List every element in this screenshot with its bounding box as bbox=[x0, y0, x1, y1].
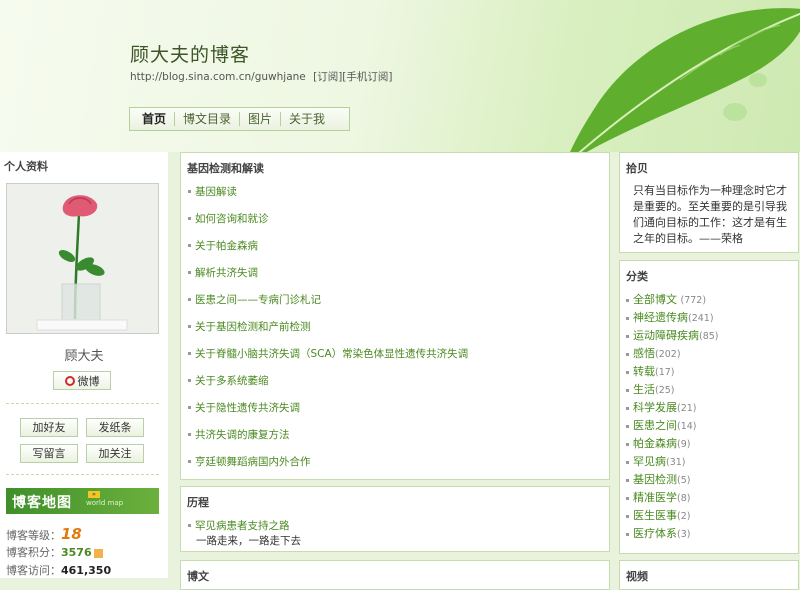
category-item[interactable]: 神经遗传病(241) bbox=[626, 309, 719, 327]
divider bbox=[6, 474, 159, 475]
leaf-banner-image bbox=[570, 8, 800, 152]
quote-text: 只有当目标作为一种理念时它才是重要的。至关重要的是引导我们通向目标的工作：这才是… bbox=[633, 184, 787, 245]
category-item[interactable]: 精准医学(8) bbox=[626, 489, 719, 507]
list-item[interactable]: 基因解读 bbox=[188, 184, 468, 211]
category-item[interactable]: 帕金森病(9) bbox=[626, 435, 719, 453]
nav-about-me[interactable]: 关于我 bbox=[281, 112, 333, 126]
journey-link[interactable]: 罕见病患者支持之路 bbox=[188, 518, 290, 533]
divider bbox=[6, 403, 159, 404]
category-item[interactable]: 基因检测(5) bbox=[626, 471, 719, 489]
list-item[interactable]: 共济失调的康复方法 bbox=[188, 427, 468, 454]
quote-title: 拾贝 bbox=[626, 162, 648, 175]
posts-title: 博文 bbox=[187, 570, 209, 583]
blog-title[interactable]: 顾大夫的博客 bbox=[130, 40, 250, 67]
category-item[interactable]: 运动障碍疾病(85) bbox=[626, 327, 719, 345]
journey-title: 历程 bbox=[187, 496, 209, 509]
weibo-label: 微博 bbox=[77, 374, 100, 388]
score-value: 3576 bbox=[61, 546, 92, 559]
category-item[interactable]: 医患之间(14) bbox=[626, 417, 719, 435]
video-panel: 视频 bbox=[619, 560, 799, 590]
blog-score: 博客积分：3576 bbox=[6, 544, 103, 560]
category-item[interactable]: 医生医事(2) bbox=[626, 507, 719, 525]
journey-panel: 历程 罕见病患者支持之路 一路走来，一路走下去 bbox=[180, 486, 610, 552]
nav-pictures[interactable]: 图片 bbox=[240, 112, 282, 126]
leave-message-button[interactable]: 写留言 bbox=[20, 444, 78, 463]
blog-map-title: 博客地图 bbox=[12, 495, 72, 511]
follow-button[interactable]: 加关注 bbox=[86, 444, 144, 463]
send-note-button[interactable]: 发纸条 bbox=[86, 418, 144, 437]
list-item[interactable]: 医患之间——专病门诊札记 bbox=[188, 292, 468, 319]
category-item[interactable]: 全部博文 (772) bbox=[626, 291, 719, 309]
blog-header: 顾大夫的博客 http://blog.sina.com.cn/guwhjane … bbox=[0, 0, 800, 152]
blog-map-subtitle: world map bbox=[86, 499, 124, 507]
category-item[interactable]: 科学发展(21) bbox=[626, 399, 719, 417]
list-item[interactable]: 如何咨询和就诊 bbox=[188, 211, 468, 238]
blog-url[interactable]: http://blog.sina.com.cn/guwhjane bbox=[130, 71, 306, 83]
weibo-icon bbox=[64, 375, 75, 386]
nav-blog-catalog[interactable]: 博文目录 bbox=[175, 112, 241, 126]
category-panel: 分类 全部博文 (772) 神经遗传病(241) 运动障碍疾病(85) 感悟(2… bbox=[619, 260, 799, 554]
gene-testing-title: 基因检测和解读 bbox=[187, 162, 264, 175]
list-item[interactable]: 关于多系统萎缩 bbox=[188, 373, 468, 400]
blog-map-banner[interactable]: 博客地图 » world map bbox=[6, 488, 159, 514]
add-friend-button[interactable]: 加好友 bbox=[20, 418, 78, 437]
journey-description: 一路走来，一路走下去 bbox=[196, 535, 301, 547]
list-item[interactable]: 关于隐性遗传共济失调 bbox=[188, 400, 468, 427]
category-item[interactable]: 生活(25) bbox=[626, 381, 719, 399]
subscribe-link[interactable]: [订阅] bbox=[313, 71, 342, 83]
category-title: 分类 bbox=[626, 270, 648, 283]
list-item[interactable]: 关于脊髓小脑共济失调（SCA）常染色体显性遗传共济失调 bbox=[188, 346, 468, 373]
weibo-button[interactable]: 微博 bbox=[53, 371, 111, 390]
gene-testing-list: 基因解读 如何咨询和就诊 关于帕金森病 解析共济失调 医患之间——专病门诊札记 … bbox=[188, 184, 468, 481]
avatar[interactable] bbox=[6, 183, 159, 334]
blog-url-line: http://blog.sina.com.cn/guwhjane [订阅][手机… bbox=[130, 69, 393, 84]
video-title: 视频 bbox=[626, 570, 648, 583]
category-item[interactable]: 转载(17) bbox=[626, 363, 719, 381]
category-item[interactable]: 感悟(202) bbox=[626, 345, 719, 363]
category-item[interactable]: 罕见病(31) bbox=[626, 453, 719, 471]
list-item[interactable]: 关于基因检测和产前检测 bbox=[188, 319, 468, 346]
profile-section-title: 个人资料 bbox=[4, 160, 48, 173]
blog-level: 博客等级：18 bbox=[6, 525, 82, 543]
list-item[interactable]: 亨廷顿舞蹈病国内外合作 bbox=[188, 454, 468, 481]
category-item[interactable]: 医疗体系(3) bbox=[626, 525, 719, 543]
owner-name[interactable]: 顾大夫 bbox=[0, 345, 168, 364]
score-badge-icon bbox=[93, 548, 103, 558]
category-list: 全部博文 (772) 神经遗传病(241) 运动障碍疾病(85) 感悟(202)… bbox=[626, 291, 719, 543]
arrow-icon: » bbox=[88, 491, 100, 498]
level-value: 18 bbox=[61, 525, 82, 543]
blog-visits: 博客访问：461,350 bbox=[6, 564, 112, 577]
gene-testing-panel: 基因检测和解读 基因解读 如何咨询和就诊 关于帕金森病 解析共济失调 医患之间—… bbox=[180, 152, 610, 480]
visits-value: 461,350 bbox=[61, 564, 112, 577]
mobile-subscribe-link[interactable]: [手机订阅] bbox=[342, 71, 392, 83]
main-nav: 首页 博文目录 图片 关于我 bbox=[129, 107, 350, 131]
nav-home[interactable]: 首页 bbox=[134, 112, 176, 126]
list-item[interactable]: 解析共济失调 bbox=[188, 265, 468, 292]
list-item[interactable]: 关于帕金森病 bbox=[188, 238, 468, 265]
posts-panel: 博文 bbox=[180, 560, 610, 590]
